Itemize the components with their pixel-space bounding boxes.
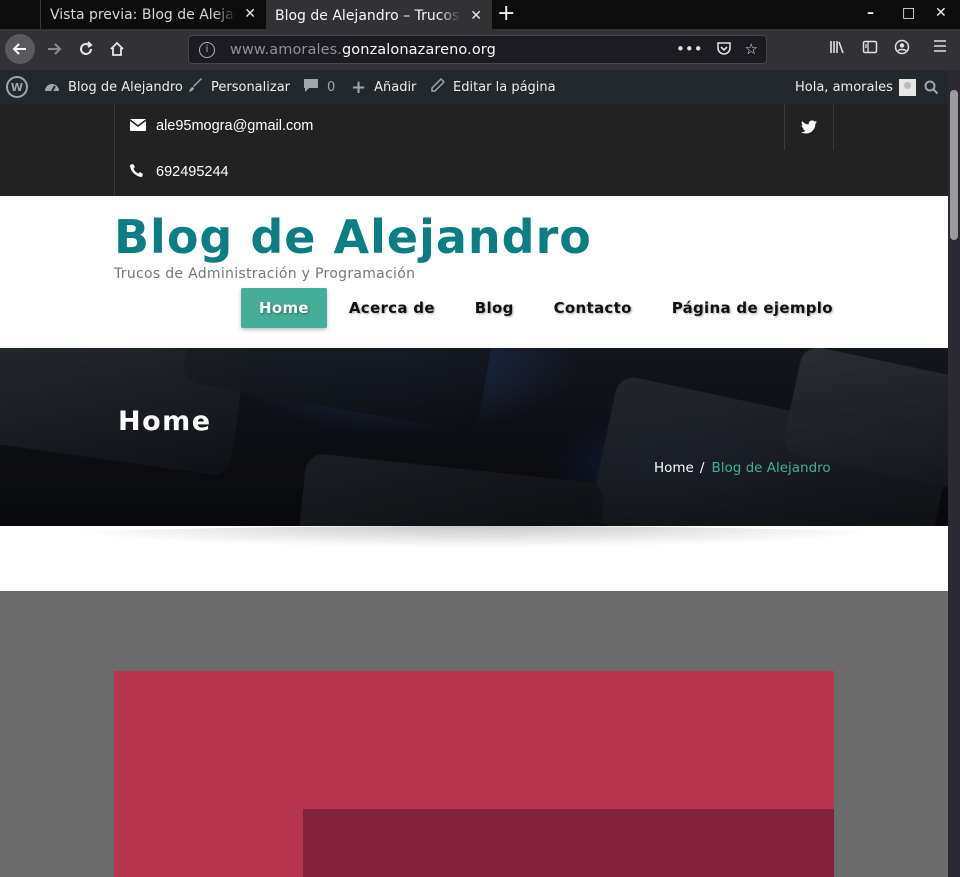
- admin-edit-page[interactable]: Editar la página: [430, 70, 556, 104]
- bookmark-star-icon[interactable]: ☆: [745, 40, 758, 60]
- contact-bar: ale95mogra@gmail.com 692495244: [0, 104, 948, 196]
- close-window-icon[interactable]: ✕: [935, 5, 947, 21]
- menu-hamburger-icon[interactable]: [933, 39, 947, 57]
- contact-email-text: ale95mogra@gmail.com: [156, 118, 314, 134]
- admin-greeting: Hola, amorales: [795, 79, 893, 95]
- twitter-icon: [801, 120, 817, 134]
- envelope-icon: [129, 118, 147, 134]
- admin-site-name-label: Blog de Alejandro: [68, 79, 183, 95]
- back-arrow-icon[interactable]: [5, 34, 35, 64]
- menu-item-acerca-de[interactable]: Acerca de: [331, 288, 453, 328]
- avatar: [898, 78, 916, 96]
- hero-shadow: [0, 526, 948, 591]
- browser-nav-bar: i www.amorales.gonzalonazareno.org ••• ☆: [0, 29, 960, 70]
- page-actions-icon[interactable]: •••: [676, 40, 703, 60]
- home-icon[interactable]: [103, 35, 131, 63]
- admin-customize[interactable]: Personalizar: [188, 70, 290, 104]
- scrollbar-thumb[interactable]: [950, 90, 958, 240]
- divider: [114, 104, 115, 196]
- browser-tab-preview[interactable]: Vista previa: Blog de Alejandro ✕: [40, 0, 266, 29]
- admin-search-icon[interactable]: [924, 70, 939, 104]
- admin-customize-label: Personalizar: [211, 79, 291, 95]
- comment-icon: [303, 78, 319, 97]
- tab-title: Vista previa: Blog de Alejandro: [50, 6, 236, 23]
- hero-overlay: [0, 348, 948, 526]
- menu-item-pagina-de-ejemplo[interactable]: Página de ejemplo: [654, 288, 851, 328]
- wp-admin-bar: W Blog de Alejandro Personalizar 0 + Aña…: [0, 70, 948, 104]
- menu-item-contacto[interactable]: Contacto: [536, 288, 650, 328]
- breadcrumb: Home / Blog de Alejandro: [654, 460, 831, 476]
- page-scrollbar[interactable]: [948, 70, 960, 877]
- admin-add-new[interactable]: + Añadir: [351, 70, 416, 104]
- breadcrumb-separator: /: [699, 460, 705, 476]
- admin-edit-page-label: Editar la página: [453, 79, 556, 95]
- contact-phone[interactable]: 692495244: [130, 164, 229, 180]
- comment-count: 0: [327, 79, 336, 95]
- address-bar[interactable]: i www.amorales.gonzalonazareno.org ••• ☆: [188, 35, 767, 64]
- admin-site-name[interactable]: Blog de Alejandro: [44, 70, 183, 104]
- wordpress-logo-icon[interactable]: W: [6, 76, 28, 98]
- pocket-icon[interactable]: [716, 40, 732, 60]
- reload-icon[interactable]: [72, 35, 100, 63]
- breadcrumb-current: Blog de Alejandro: [711, 460, 831, 476]
- tab-title: Blog de Alejandro – Trucos de Administra…: [275, 7, 461, 24]
- forward-arrow-icon[interactable]: [40, 35, 68, 63]
- maximize-icon[interactable]: □: [902, 5, 915, 21]
- browser-tab-active[interactable]: Blog de Alejandro – Trucos de Administra…: [266, 0, 492, 29]
- admin-comments[interactable]: 0: [303, 70, 335, 104]
- admin-account[interactable]: Hola, amorales: [795, 70, 916, 104]
- content-area: [0, 591, 948, 877]
- contact-email[interactable]: ale95mogra@gmail.com: [129, 118, 314, 134]
- phone-icon: [130, 164, 146, 180]
- featured-card[interactable]: [114, 671, 834, 877]
- sidebar-icon[interactable]: [862, 39, 878, 59]
- close-tab-icon[interactable]: ✕: [470, 8, 482, 24]
- site-tagline: Trucos de Administración y Programación: [114, 266, 416, 282]
- url-text: www.amorales.gonzalonazareno.org: [230, 41, 496, 58]
- pencil-icon: [430, 77, 446, 97]
- featured-card-inner: [303, 809, 834, 877]
- site-header: Blog de Alejandro Trucos de Administraci…: [0, 196, 948, 348]
- main-menu: Home Acerca de Blog Contacto Página de e…: [241, 288, 855, 328]
- breadcrumb-home-link[interactable]: Home: [654, 460, 694, 476]
- library-icon[interactable]: [829, 39, 845, 59]
- page-title: Home: [118, 406, 212, 437]
- plus-icon: +: [351, 76, 367, 98]
- twitter-button[interactable]: [784, 104, 834, 150]
- brush-icon: [188, 77, 203, 97]
- minimize-icon[interactable]: –: [867, 5, 874, 21]
- account-icon[interactable]: [894, 39, 910, 59]
- new-tab-button[interactable]: +: [497, 1, 515, 26]
- page-hero-banner: Home Home / Blog de Alejandro: [0, 348, 948, 526]
- contact-phone-text: 692495244: [156, 164, 229, 180]
- dashboard-icon: [44, 78, 60, 97]
- admin-add-new-label: Añadir: [374, 79, 417, 95]
- menu-item-home[interactable]: Home: [241, 288, 327, 328]
- close-tab-icon[interactable]: ✕: [244, 6, 256, 22]
- browser-tab-bar: Vista previa: Blog de Alejandro ✕ Blog d…: [0, 0, 960, 29]
- menu-item-blog[interactable]: Blog: [457, 288, 532, 328]
- info-icon[interactable]: i: [199, 41, 215, 58]
- site-title[interactable]: Blog de Alejandro: [114, 210, 592, 264]
